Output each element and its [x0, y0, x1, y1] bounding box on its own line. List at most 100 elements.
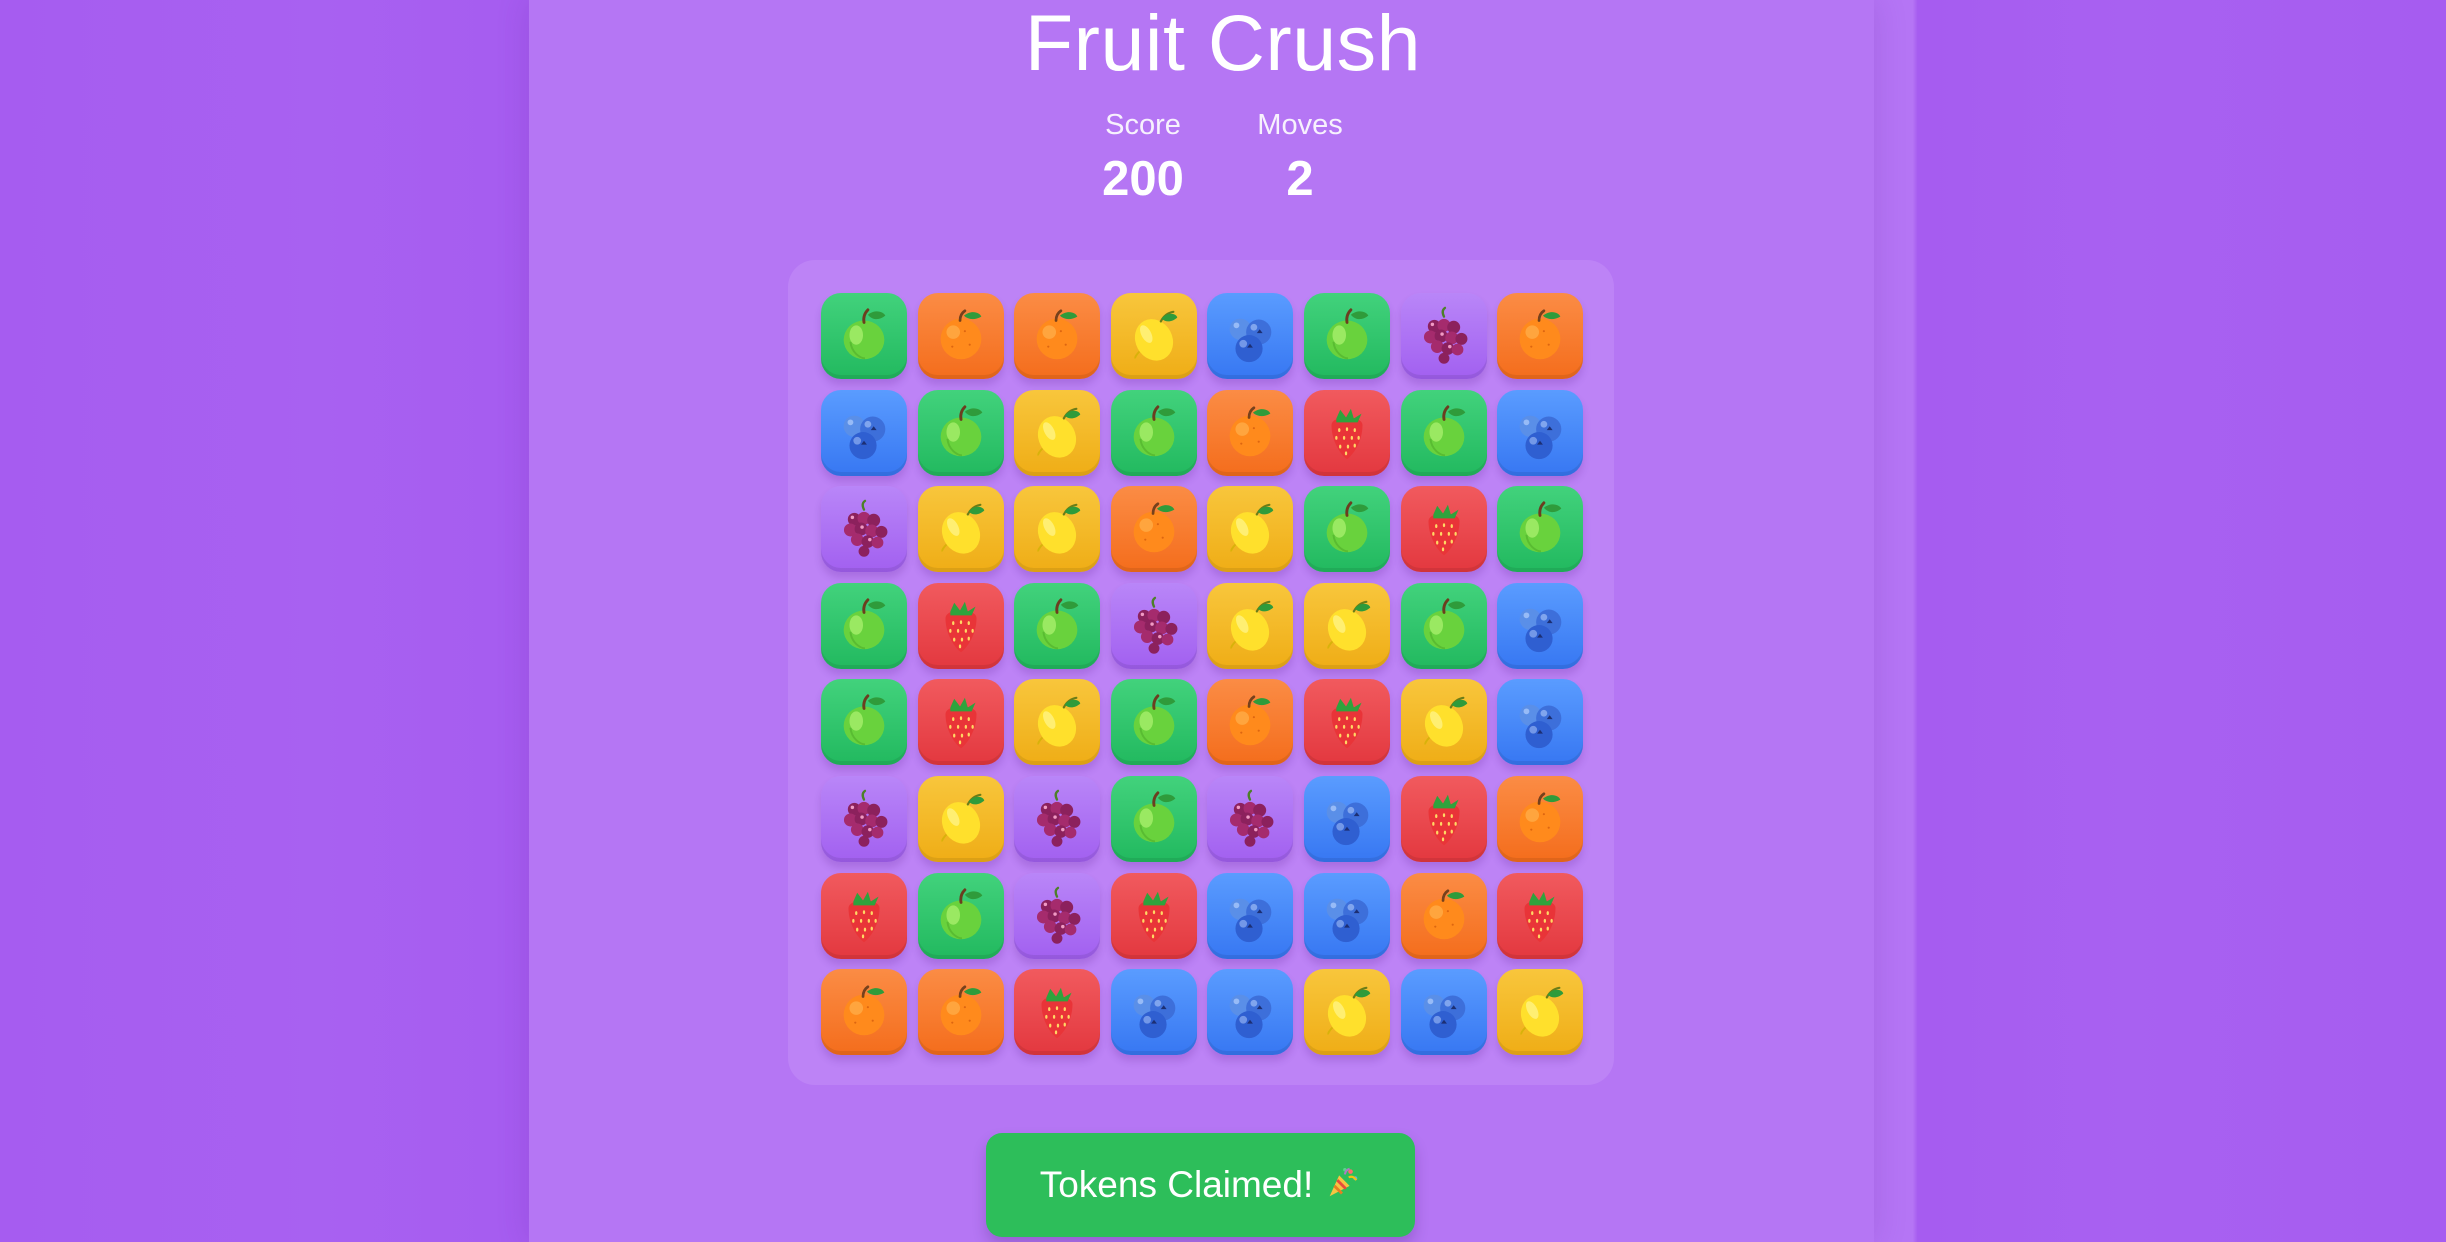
board-cell-grape[interactable] [821, 776, 907, 862]
board-cell-apple[interactable] [917, 389, 1004, 476]
board-cell-apple[interactable] [1400, 582, 1487, 669]
grape-icon [1423, 306, 1468, 364]
board-cell-strawberry[interactable] [1497, 872, 1584, 959]
board-cell-blueberry[interactable] [1304, 776, 1390, 862]
strawberry-icon [1041, 987, 1073, 1039]
apple-icon [843, 694, 886, 746]
board-cell-lemon[interactable] [917, 486, 1004, 573]
lemon-icon [1520, 986, 1564, 1037]
lemon-icon [1037, 697, 1081, 747]
board-cell-strawberry[interactable] [1400, 776, 1487, 862]
board-cell-strawberry[interactable] [1304, 389, 1390, 476]
grape-icon [1230, 789, 1274, 847]
orange-icon [843, 985, 885, 1036]
apple-icon [1519, 501, 1562, 553]
board-cell-apple[interactable] [1014, 582, 1101, 669]
blueberry-icon [1326, 801, 1369, 846]
orange-icon [940, 985, 981, 1036]
board-cell-apple[interactable] [821, 679, 907, 766]
blueberry-icon [1519, 704, 1562, 749]
board-cell-lemon[interactable] [1110, 293, 1197, 379]
board-cell-grape[interactable] [1110, 582, 1197, 669]
board-cell-apple[interactable] [1110, 679, 1197, 766]
moves-stat: Moves 2 [1254, 105, 1346, 213]
board-cell-strawberry[interactable] [1400, 486, 1487, 573]
score-label: Score [1105, 109, 1181, 141]
board-cell-strawberry[interactable] [1304, 679, 1390, 766]
board-cell-blueberry[interactable] [1110, 969, 1197, 1056]
board-cell-lemon[interactable] [1014, 486, 1101, 573]
lemon-icon [1327, 600, 1371, 651]
board-cell-lemon[interactable] [1207, 486, 1294, 573]
board-cell-orange[interactable] [917, 969, 1004, 1056]
board-cell-blueberry[interactable] [1207, 872, 1294, 959]
board-cell-blueberry[interactable] [1400, 969, 1487, 1056]
board-cell-blueberry[interactable] [1207, 969, 1294, 1056]
strawberry-icon [1331, 698, 1363, 749]
score-value: 200 [1102, 152, 1184, 206]
moves-value: 2 [1286, 152, 1314, 206]
board-cell-orange[interactable] [1014, 293, 1101, 379]
board-cell-apple[interactable] [821, 293, 907, 379]
board-cell-blueberry[interactable] [1497, 679, 1584, 766]
lemon-icon [1230, 600, 1274, 651]
board-cell-orange[interactable] [1497, 293, 1584, 379]
board-cell-apple[interactable] [1110, 776, 1197, 862]
board-cell-lemon[interactable] [1014, 679, 1101, 766]
tokens-claimed-button[interactable]: Tokens Claimed! [986, 1133, 1415, 1237]
board-cell-strawberry[interactable] [821, 872, 907, 959]
board-cell-apple[interactable] [1400, 389, 1487, 476]
board-cell-apple[interactable] [821, 582, 907, 669]
apple-icon [843, 598, 886, 650]
board-cell-lemon[interactable] [1207, 582, 1294, 669]
score-stat: Score 200 [1100, 105, 1186, 213]
blueberry-icon [1230, 994, 1272, 1039]
board-cell-lemon[interactable] [1304, 582, 1390, 669]
board-cell-orange[interactable] [1207, 679, 1294, 766]
orange-icon [1519, 792, 1561, 843]
board-cell-grape[interactable] [1014, 776, 1101, 862]
apple-icon [1423, 404, 1465, 456]
board-cell-lemon[interactable] [1304, 969, 1390, 1056]
apple-icon [1423, 598, 1465, 650]
orange-icon [1230, 406, 1271, 456]
board-cell-lemon[interactable] [1014, 389, 1101, 476]
board-cell-apple[interactable] [1304, 486, 1390, 573]
board-cell-orange[interactable] [1497, 776, 1584, 862]
board-cell-blueberry[interactable] [1207, 293, 1294, 379]
board-cell-blueberry[interactable] [821, 389, 907, 476]
grape-icon [1133, 596, 1178, 654]
board-cell-orange[interactable] [821, 969, 907, 1056]
board-cell-apple[interactable] [1497, 486, 1584, 573]
board-cell-lemon[interactable] [1497, 969, 1584, 1056]
board-cell-strawberry[interactable] [917, 679, 1004, 766]
board-cell-blueberry[interactable] [1304, 872, 1390, 959]
apple-icon [1036, 598, 1079, 650]
board-cell-blueberry[interactable] [1497, 582, 1584, 669]
board-cell-lemon[interactable] [917, 776, 1004, 862]
board-cell-orange[interactable] [917, 293, 1004, 379]
board-cell-strawberry[interactable] [917, 582, 1004, 669]
board-cell-orange[interactable] [1207, 389, 1294, 476]
strawberry-icon [848, 891, 880, 942]
grape-icon [1037, 789, 1081, 847]
lemon-icon [940, 793, 984, 844]
board-cell-grape[interactable] [821, 486, 907, 573]
board-cell-strawberry[interactable] [1110, 872, 1197, 959]
board-cell-apple[interactable] [1304, 293, 1390, 379]
blueberry-icon [1519, 415, 1562, 459]
board-cell-blueberry[interactable] [1497, 389, 1584, 476]
board-cell-strawberry[interactable] [1014, 969, 1101, 1056]
lemon-icon [1327, 986, 1371, 1037]
blueberry-icon [1133, 994, 1176, 1039]
board-cell-grape[interactable] [1014, 872, 1101, 959]
board-cell-apple[interactable] [1110, 389, 1197, 476]
board-cell-orange[interactable] [1400, 872, 1487, 959]
apple-icon [1133, 404, 1176, 456]
board-cell-grape[interactable] [1207, 776, 1294, 862]
board-cell-grape[interactable] [1400, 293, 1487, 379]
lemon-icon [1037, 407, 1081, 458]
board-cell-apple[interactable] [917, 872, 1004, 959]
board-cell-orange[interactable] [1110, 486, 1197, 573]
board-cell-lemon[interactable] [1400, 679, 1487, 766]
